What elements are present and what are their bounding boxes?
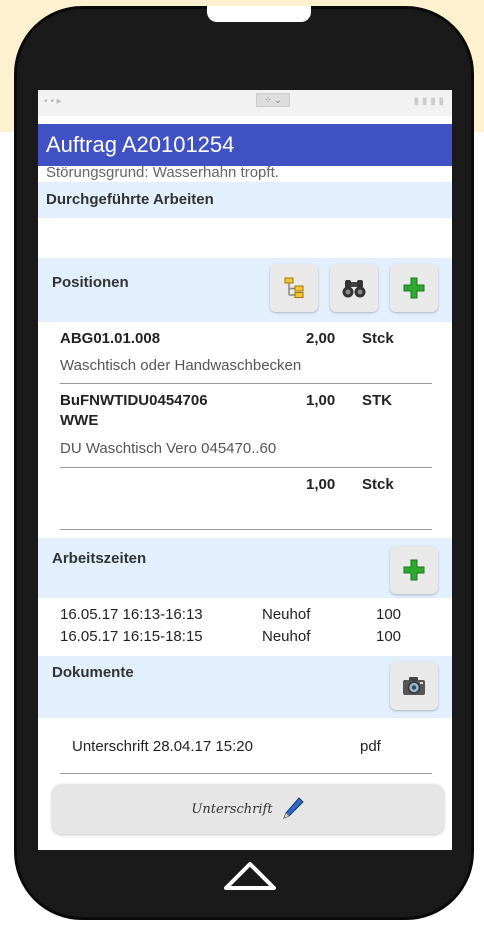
position-qty: 1,00 xyxy=(306,392,336,409)
position-qty: 2,00 xyxy=(306,330,336,347)
row-divider xyxy=(60,773,432,774)
signature-button[interactable]: Unterschrift xyxy=(52,784,444,834)
app-screen: ▪ ▪ ▸ ⁘ ⌄ ▮ ▮ ▮ ▮ Auftrag A20101254 Stör… xyxy=(38,90,452,850)
section-documents: Dokumente xyxy=(38,656,452,718)
section-positions: Positionen xyxy=(38,258,452,322)
section-title: Positionen xyxy=(52,274,129,291)
document-name[interactable]: Unterschrift 28.04.17 15:20 xyxy=(72,738,253,755)
camera-icon xyxy=(403,677,425,695)
page-title: Auftrag A20101254 xyxy=(46,132,235,157)
work-time-value: 100 xyxy=(376,606,402,623)
position-code: ABG01.01.008 xyxy=(60,330,161,347)
home-button-icon[interactable] xyxy=(222,860,278,896)
add-work-time-button[interactable] xyxy=(390,546,438,594)
section-work-times: Arbeitszeiten xyxy=(38,538,452,598)
keyboard-indicator-icon: ⁘ ⌄ xyxy=(256,93,290,107)
binoculars-icon xyxy=(342,280,366,298)
status-icons-left: ▪ ▪ ▸ xyxy=(44,96,62,107)
plus-icon xyxy=(403,277,425,299)
row-divider xyxy=(60,383,432,384)
section-title: Arbeitszeiten xyxy=(52,550,147,567)
app-bar: Auftrag A20101254 xyxy=(38,124,452,166)
section-title: Dokumente xyxy=(52,664,134,681)
position-description: Waschtisch oder Handwaschbecken xyxy=(60,357,302,374)
work-time-range: 16.05.17 16:13-16:13 xyxy=(60,606,203,623)
work-time-employee: Neuhof xyxy=(262,628,311,645)
row-divider xyxy=(60,467,432,468)
position-unit: STK xyxy=(362,392,392,409)
phone-notch xyxy=(207,6,311,22)
position-qty: 1,00 xyxy=(306,476,336,493)
position-code-line2: WWE xyxy=(60,412,99,429)
signature-button-label: Unterschrift xyxy=(191,801,273,817)
position-unit: Stck xyxy=(362,476,394,493)
row-divider xyxy=(60,529,432,530)
tree-view-button[interactable] xyxy=(270,264,318,312)
status-icons-right: ▮ ▮ ▮ ▮ xyxy=(413,96,444,107)
tree-list-icon xyxy=(284,277,304,298)
search-button[interactable] xyxy=(330,264,378,312)
work-time-value: 100 xyxy=(376,628,402,645)
section-title: Durchgeführte Arbeiten xyxy=(46,191,214,208)
position-code: BuFNWTIDU0454706 xyxy=(60,392,208,409)
position-description: DU Waschtisch Vero 045470..60 xyxy=(60,440,277,457)
pen-icon xyxy=(282,797,304,819)
work-time-employee: Neuhof xyxy=(262,606,311,623)
position-unit: Stck xyxy=(362,330,394,347)
plus-icon xyxy=(403,559,425,581)
add-position-button[interactable] xyxy=(390,264,438,312)
fault-reason-text: Störungsgrund: Wasserhahn tropft. xyxy=(46,164,279,181)
add-photo-button[interactable] xyxy=(390,662,438,710)
work-time-range: 16.05.17 16:15-18:15 xyxy=(60,628,203,645)
section-done-work: Durchgeführte Arbeiten xyxy=(38,182,452,218)
document-type: pdf xyxy=(360,738,381,755)
status-bar: ▪ ▪ ▸ ⁘ ⌄ ▮ ▮ ▮ ▮ xyxy=(38,90,452,116)
